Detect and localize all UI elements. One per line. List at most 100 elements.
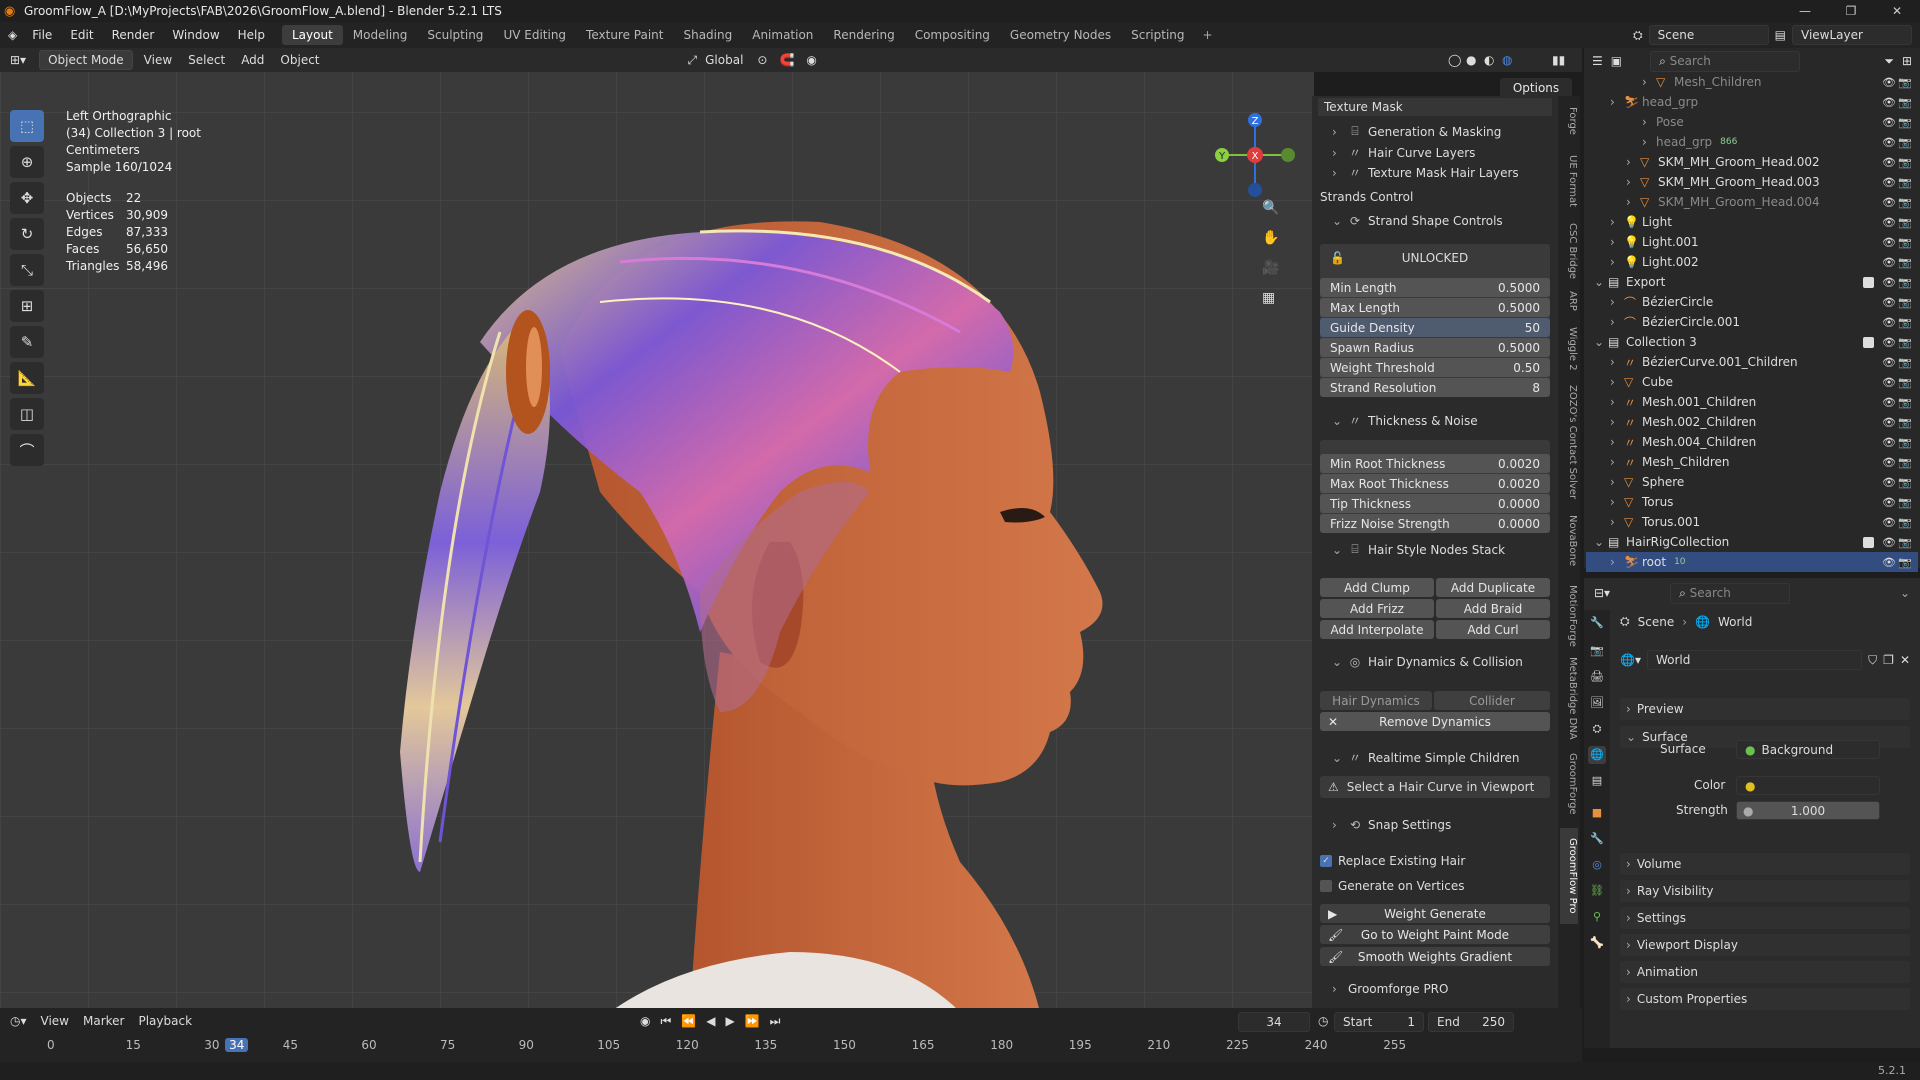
world-name-field[interactable]: World [1646, 650, 1863, 670]
remove-dynamics-button[interactable]: ✕ Remove Dynamics [1320, 712, 1550, 731]
expand-chevron-icon[interactable]: › [1642, 75, 1656, 89]
expand-chevron-icon[interactable]: › [1642, 115, 1656, 129]
workspace-tab-shading[interactable]: Shading [673, 25, 742, 45]
collider-button[interactable]: Collider [1434, 691, 1550, 710]
eye-icon[interactable]: 👁 [1882, 436, 1896, 449]
sidebar-tab-csc-bridge[interactable]: CSC Bridge [1560, 220, 1578, 282]
camera-icon[interactable]: 📷 [1898, 116, 1912, 129]
viewlayer-selector[interactable]: ViewLayer [1792, 25, 1912, 45]
outliner-row[interactable]: › ⌒ BézierCircle 👁 📷 [1586, 292, 1918, 312]
select-box-tool[interactable]: ⬚ [10, 110, 44, 142]
shading-wireframe-icon[interactable]: ◯ [1448, 53, 1461, 67]
play-icon[interactable]: ▶ [725, 1014, 734, 1029]
outliner-row[interactable]: › ⛷ root 10 👁 📷 [1586, 552, 1918, 572]
outliner-row[interactable]: › 〃 Mesh.001_Children 👁 📷 [1586, 392, 1918, 412]
outliner-row[interactable]: › ⌒ BézierCircle.001 👁 📷 [1586, 312, 1918, 332]
prop-max-length[interactable]: Max Length 0.5000 [1320, 298, 1550, 317]
zoom-icon[interactable]: 🔍 [1262, 200, 1279, 216]
scene-tab-icon[interactable]: ⛭ [1588, 720, 1606, 738]
eye-icon[interactable]: 👁 [1882, 336, 1896, 349]
expand-chevron-icon[interactable]: › [1610, 95, 1624, 109]
texture-mask-hair-layers-section[interactable]: › 〃 Texture Mask Hair Layers [1318, 164, 1552, 181]
camera-icon[interactable]: 📷 [1898, 396, 1912, 409]
expand-chevron-icon[interactable]: › [1610, 235, 1624, 249]
outliner-search[interactable]: ⌕ Search [1650, 50, 1801, 72]
menu-help[interactable]: Help [229, 28, 274, 42]
expand-chevron-icon[interactable]: › [1642, 135, 1656, 149]
sidebar-tab-novabone[interactable]: NovaBone [1560, 506, 1578, 576]
generation-masking-section[interactable]: › ⌸ Generation & Masking [1318, 124, 1552, 139]
outliner-row[interactable]: › ▽ SKM_MH_Groom_Head.004 👁 📷 [1586, 192, 1918, 212]
outliner-row[interactable]: › ▽ SKM_MH_Groom_Head.002 👁 📷 [1586, 152, 1918, 172]
eye-icon[interactable]: 👁 [1882, 316, 1896, 329]
camera-icon[interactable]: 📷 [1898, 156, 1912, 169]
end-frame-field[interactable]: End 250 [1428, 1012, 1514, 1032]
stack-btn-add-interpolate[interactable]: Add Interpolate [1320, 620, 1434, 639]
camera-icon[interactable]: 📷 [1898, 176, 1912, 189]
constraints-tab-icon[interactable]: ⛓ [1588, 882, 1606, 900]
expand-chevron-icon[interactable]: › [1610, 555, 1624, 569]
outliner-row[interactable]: › ▽ Sphere 👁 📷 [1586, 472, 1918, 492]
sidebar-tab-forge[interactable]: Forge [1560, 100, 1578, 142]
expand-chevron-icon[interactable]: › [1610, 295, 1624, 309]
expand-chevron-icon[interactable]: › [1610, 435, 1624, 449]
outliner-row[interactable]: › ▽ Cube 👁 📷 [1586, 372, 1918, 392]
outliner-row[interactable]: › ▽ Torus 👁 📷 [1586, 492, 1918, 512]
shading-material-icon[interactable]: ◐ [1484, 53, 1494, 67]
jump-end-icon[interactable]: ⏭ [770, 1014, 781, 1029]
eye-icon[interactable]: 👁 [1882, 76, 1896, 89]
properties-section-preview[interactable]: › Preview [1620, 698, 1910, 720]
properties-editor-icon[interactable]: ⊟▾ [1594, 586, 1610, 600]
eye-icon[interactable]: 👁 [1882, 456, 1896, 469]
expand-chevron-icon[interactable]: › [1610, 315, 1624, 329]
curve-tool[interactable]: ⌒ [10, 434, 44, 466]
play-reverse-icon[interactable]: ◀ [706, 1014, 715, 1029]
shield-icon[interactable]: ⛉ [1868, 653, 1877, 668]
filter-icon[interactable]: ⏷ [1884, 54, 1894, 69]
expand-chevron-icon[interactable]: › [1610, 415, 1624, 429]
move-tool[interactable]: ✥ [10, 182, 44, 214]
replace-hair-checkbox[interactable]: ✓ Replace Existing Hair [1318, 854, 1552, 868]
eye-icon[interactable]: 👁 [1882, 356, 1896, 369]
camera-icon[interactable]: 📷 [1898, 236, 1912, 249]
camera-icon[interactable]: 📷 [1898, 316, 1912, 329]
camera-icon[interactable]: 📷 [1898, 276, 1912, 289]
outliner-row[interactable]: › ▽ Mesh_Children 👁 📷 [1586, 72, 1918, 92]
new-collection-icon[interactable]: ⊞ [1902, 54, 1912, 68]
hair-dynamics-section[interactable]: ⌄ ◎ Hair Dynamics & Collision [1318, 655, 1552, 669]
outliner-row[interactable]: › 〃 Mesh.002_Children 👁 📷 [1586, 412, 1918, 432]
timeline-menu-playback[interactable]: Playback [138, 1014, 192, 1028]
sidebar-toggle-icon[interactable]: ▮▮ [1552, 53, 1565, 67]
world-icon[interactable]: 🌐▾ [1620, 653, 1641, 667]
render-tab-icon[interactable]: 📷 [1588, 642, 1606, 660]
smooth-weights-button[interactable]: 🖌 Smooth Weights Gradient [1320, 947, 1550, 966]
close-button[interactable]: ✕ [1874, 0, 1920, 22]
expand-chevron-icon[interactable]: › [1626, 155, 1640, 169]
camera-icon[interactable]: 📷 [1898, 556, 1912, 569]
expand-chevron-icon[interactable]: ⌄ [1594, 535, 1608, 549]
blender-menu-icon[interactable]: ◈ [0, 28, 23, 42]
properties-search[interactable]: ⌕ Search [1670, 582, 1791, 604]
properties-section-volume[interactable]: › Volume [1620, 853, 1910, 875]
hair-dynamics-button[interactable]: Hair Dynamics [1320, 691, 1432, 710]
outliner-row[interactable]: › 💡 Light.001 👁 📷 [1586, 232, 1918, 252]
grid-view-icon[interactable]: ▦ [1262, 290, 1279, 306]
camera-icon[interactable]: 📷 [1898, 376, 1912, 389]
expand-chevron-icon[interactable]: ⌄ [1594, 335, 1608, 349]
timeline-menu-view[interactable]: View [41, 1014, 69, 1028]
shading-rendered-icon[interactable]: ◍ [1502, 53, 1512, 67]
groomforge-pro-section[interactable]: › Groomforge PRO [1318, 982, 1552, 996]
camera-icon[interactable]: 📷 [1898, 96, 1912, 109]
snap-icon[interactable]: 🧲 [779, 53, 794, 67]
expand-chevron-icon[interactable]: › [1610, 455, 1624, 469]
eye-icon[interactable]: 👁 [1882, 116, 1896, 129]
eye-icon[interactable]: 👁 [1882, 216, 1896, 229]
eye-icon[interactable]: 👁 [1882, 476, 1896, 489]
properties-section-custom-properties[interactable]: › Custom Properties [1620, 988, 1910, 1010]
eye-icon[interactable]: 👁 [1882, 256, 1896, 269]
expand-chevron-icon[interactable]: › [1610, 355, 1624, 369]
add-workspace-button[interactable]: + [1195, 28, 1221, 42]
workspace-tab-animation[interactable]: Animation [742, 25, 823, 45]
outliner-row[interactable]: ⌄ ▤ Export 👁 📷 [1586, 272, 1918, 292]
strength-field[interactable]: ● 1.000 [1736, 801, 1880, 820]
